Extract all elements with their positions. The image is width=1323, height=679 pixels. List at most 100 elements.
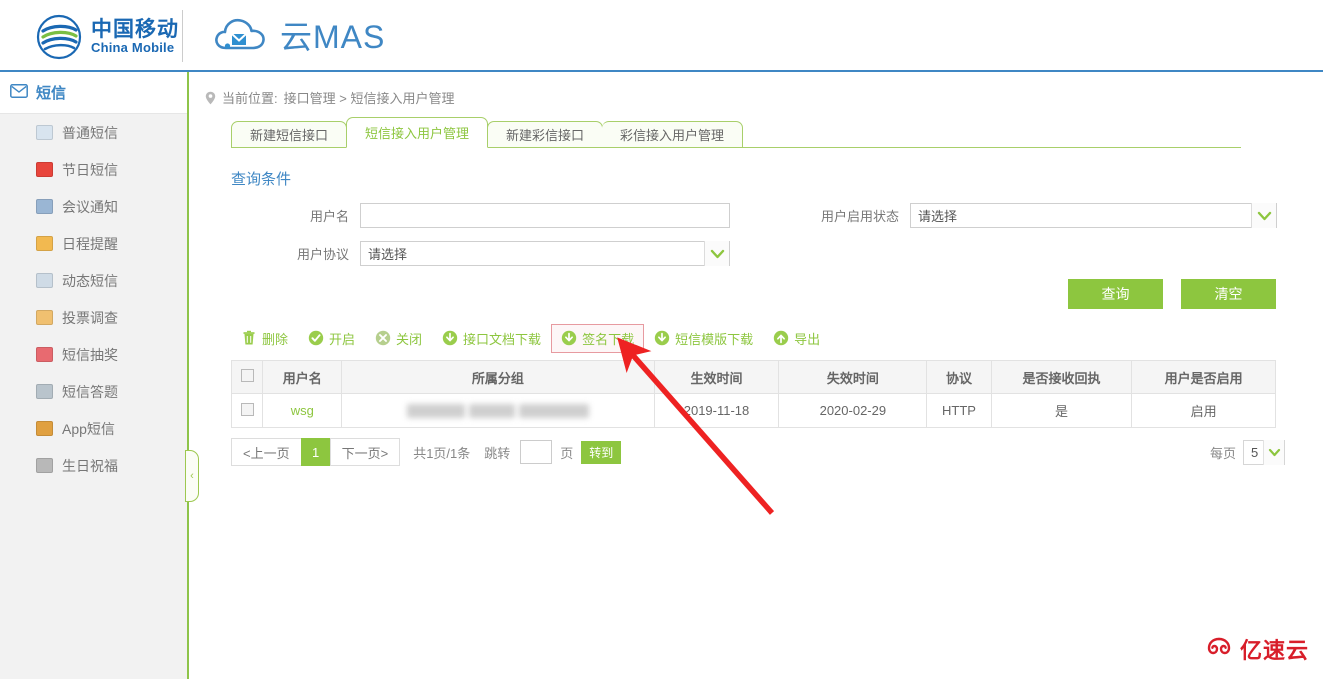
- row-select-cell[interactable]: [230, 393, 264, 428]
- sidebar-item-label: 日程提醒: [62, 235, 118, 252]
- chevron-down-icon: [1251, 203, 1276, 228]
- tab-4[interactable]: 彩信接入用户管理: [602, 121, 744, 148]
- sidebar-item-10[interactable]: 生日祝福: [0, 447, 187, 484]
- table-column-header-label: 所属分组: [471, 370, 524, 386]
- username-input[interactable]: [360, 203, 730, 228]
- table-column-header: 所属分组: [341, 360, 655, 394]
- sidebar-item-4[interactable]: 日程提醒: [0, 225, 187, 262]
- per-page-label: 每页: [1209, 446, 1236, 461]
- sidebar-item-3[interactable]: 会议通知: [0, 188, 187, 225]
- page-1-button[interactable]: 1: [300, 438, 331, 466]
- chevron-left-icon: ‹: [190, 470, 194, 482]
- watermark-text: 亿速云: [1239, 638, 1309, 663]
- sidebar-item-5[interactable]: 动态短信: [0, 262, 187, 299]
- prev-page-button[interactable]: <上一页: [231, 438, 302, 466]
- upload-circle-icon: [773, 330, 789, 346]
- select-all-checkbox[interactable]: [240, 369, 254, 382]
- clear-button[interactable]: 清空: [1181, 279, 1276, 309]
- toolbar-button-label: 接口文档下载: [463, 331, 542, 347]
- table-column-header: 是否接收回执: [990, 360, 1133, 394]
- toolbar-button-7[interactable]: 导出: [763, 324, 830, 353]
- tab-label: 短信接入用户管理: [365, 126, 470, 141]
- tab-label: 彩信接入用户管理: [620, 128, 725, 143]
- china-mobile-mark-icon: [36, 14, 82, 60]
- download-circle-icon: [442, 330, 458, 346]
- sidebar-item-2[interactable]: 节日短信: [0, 151, 187, 188]
- tab-1[interactable]: 新建短信接口: [231, 121, 348, 148]
- tab-3[interactable]: 新建彩信接口: [487, 121, 604, 148]
- toolbar-button-label: 关闭: [396, 331, 423, 347]
- sidebar-item-label: 动态短信: [62, 272, 118, 289]
- sidebar-collapse-handle[interactable]: ‹: [185, 450, 199, 502]
- top-bar: 中国移动 China Mobile 云MAS: [0, 0, 1323, 72]
- yunmas-wordmark: 云MAS: [280, 19, 386, 55]
- cell-start-date: 2019-11-18: [653, 393, 780, 428]
- sidebar-header[interactable]: 短信: [0, 72, 187, 114]
- china-mobile-name-en: China Mobile: [91, 40, 175, 56]
- cell-enabled: 启用: [1131, 393, 1276, 428]
- table-column-header: 用户是否启用: [1131, 360, 1276, 394]
- cell-username: wsg: [262, 393, 343, 428]
- check-circle-icon: [308, 330, 324, 346]
- redacted-block: [468, 404, 515, 419]
- toolbar-button-4[interactable]: 接口文档下载: [432, 324, 551, 353]
- row-checkbox[interactable]: [240, 402, 254, 416]
- toolbar-button-6[interactable]: 短信模版下载: [644, 324, 763, 353]
- table-row[interactable]: wsg 2019-11-18 2020-02-29 HTTP 是启用: [230, 393, 1276, 428]
- cell-receipt: 是: [990, 393, 1133, 428]
- status-select[interactable]: 请选择: [910, 203, 1277, 228]
- toolbar-button-label: 导出: [794, 331, 821, 347]
- envelope-icon: [10, 84, 28, 101]
- protocol-field-row: 用户协议 请选择: [231, 241, 730, 266]
- sidebar-item-label: 会议通知: [62, 198, 118, 215]
- username-field-row: 用户名: [231, 203, 730, 228]
- toolbar-button-2[interactable]: 开启: [298, 324, 365, 353]
- toolbar-button-5[interactable]: 签名下载: [551, 323, 645, 353]
- main-content: 当前位置: 接口管理 > 短信接入用户管理 新建短信接口 短信接入用户管理 新建彩信…: [191, 72, 1323, 679]
- logo-divider: [182, 10, 183, 62]
- tab-label: 新建彩信接口: [506, 128, 585, 143]
- per-page-control: 每页 5: [1210, 440, 1285, 465]
- jump-page-input[interactable]: [520, 440, 553, 464]
- search-button[interactable]: 查询: [1068, 279, 1163, 309]
- sidebar-item-label: 普通短信: [62, 124, 118, 141]
- cloud-mail-icon: [212, 12, 270, 58]
- watermark: 亿速云: [1204, 633, 1309, 665]
- table-column-header: 协议: [926, 360, 992, 394]
- users-table: 用户名 所属分组 生效时间 失效时间 协议 是否接收回执 用户是否启用 wsg 2019-11…: [230, 360, 1276, 428]
- table-select-all-header[interactable]: [230, 360, 264, 394]
- cell-protocol: HTTP: [926, 393, 992, 428]
- sidebar-item-label: 短信抽奖: [62, 346, 118, 363]
- go-to-page-button[interactable]: 转到: [581, 440, 622, 464]
- x-circle-icon: [375, 330, 391, 346]
- trash-icon: [241, 330, 257, 346]
- calendar-23-icon: [36, 236, 53, 251]
- toolbar-button-1[interactable]: 删除: [231, 324, 298, 353]
- tab-2[interactable]: 短信接入用户管理: [346, 117, 489, 148]
- status-select-value: 请选择: [918, 209, 958, 224]
- cell-end-date: 2020-02-29: [778, 393, 928, 428]
- table-column-header: 用户名: [262, 360, 343, 394]
- download-circle-icon: [654, 330, 670, 346]
- table-body: wsg 2019-11-18 2020-02-29 HTTP 是启用: [230, 393, 1276, 428]
- chevron-down-icon: [704, 241, 729, 266]
- table-column-header-label: 生效时间: [690, 370, 743, 386]
- sidebar-item-1[interactable]: 普通短信: [0, 114, 187, 151]
- sidebar-item-9[interactable]: App短信: [0, 410, 187, 447]
- protocol-select[interactable]: 请选择: [360, 241, 730, 266]
- per-page-select[interactable]: 5: [1243, 440, 1285, 465]
- table-column-header-label: 是否接收回执: [1022, 370, 1101, 386]
- next-page-button[interactable]: 下一页>: [329, 438, 401, 466]
- status-field-row: 用户启用状态 请选择: [807, 203, 1277, 228]
- china-mobile-name-cn: 中国移动: [91, 18, 179, 42]
- username-link[interactable]: wsg: [291, 403, 314, 418]
- toolbar-button-3[interactable]: 关闭: [365, 324, 432, 353]
- table-column-header-label: 失效时间: [826, 370, 879, 386]
- protocol-select-value: 请选择: [368, 247, 408, 262]
- sidebar-item-7[interactable]: 短信抽奖: [0, 336, 187, 373]
- clipboard-icon: [36, 310, 53, 325]
- protocol-label: 用户协议: [296, 247, 349, 262]
- table-toolbar: 删除 开启 关闭 接口文档下载 签名下载 短信模版下载 导出: [231, 323, 830, 353]
- sidebar-item-6[interactable]: 投票调查: [0, 299, 187, 336]
- sidebar-item-8[interactable]: 短信答题: [0, 373, 187, 410]
